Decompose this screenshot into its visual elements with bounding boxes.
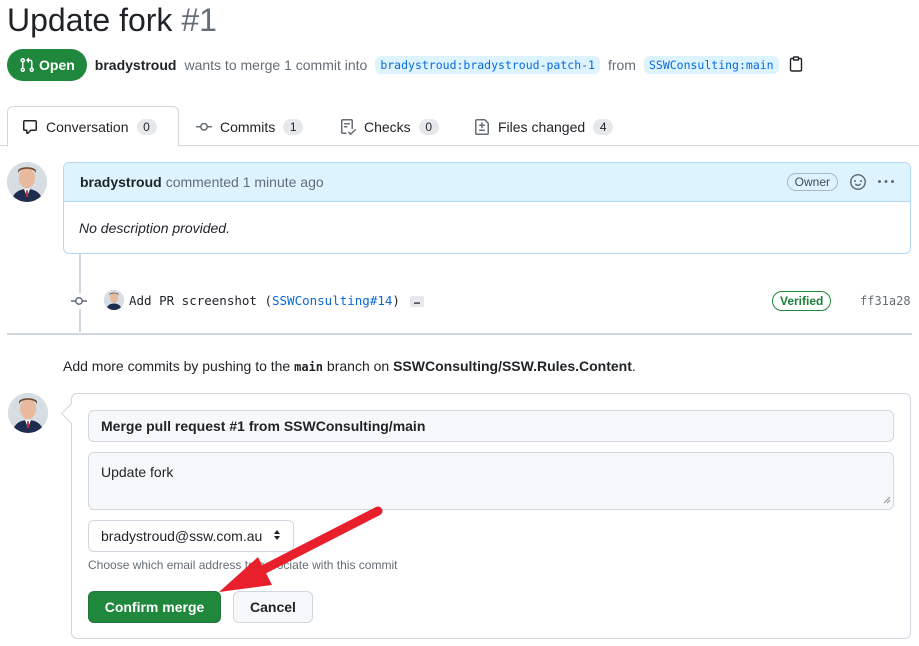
commit-icon xyxy=(196,119,212,135)
hint-middle: branch on xyxy=(326,358,390,374)
owner-badge: Owner xyxy=(786,173,838,191)
author-link[interactable]: bradystroud xyxy=(95,57,177,73)
pr-number: #1 xyxy=(181,2,217,38)
tab-files-changed[interactable]: Files changed 4 xyxy=(460,106,627,147)
hint-suffix: . xyxy=(631,358,636,374)
tab-label: Conversation xyxy=(46,118,129,135)
email-select[interactable]: bradystroud@ssw.com.au xyxy=(88,520,294,552)
commit-sha[interactable]: ff31a28 xyxy=(860,294,911,308)
open-state-badge: Open xyxy=(7,49,87,81)
commit-message-text: Add PR screenshot ( xyxy=(129,293,272,308)
tab-label: Files changed xyxy=(498,118,586,135)
comment-timestamp[interactable]: commented 1 minute ago xyxy=(166,174,324,190)
timeline-divider xyxy=(7,333,912,335)
comment-icon xyxy=(22,119,38,135)
copy-icon[interactable] xyxy=(789,55,803,75)
page-title: Update fork #1 xyxy=(7,2,217,39)
smiley-icon[interactable] xyxy=(850,174,866,190)
merge-text: wants to merge 1 commit into xyxy=(184,57,368,73)
repo-name: SSWConsulting/SSW.Rules.Content xyxy=(393,358,632,374)
hint-prefix: Add more commits by pushing to the xyxy=(63,358,291,374)
commit-message-end: ) xyxy=(392,293,400,308)
state-label: Open xyxy=(39,57,75,73)
commit-title-input[interactable]: Merge pull request #1 from SSWConsulting… xyxy=(88,410,894,442)
file-diff-icon xyxy=(474,118,490,135)
pr-tabs: Conversation 0 Commits 1 Checks 0 Files … xyxy=(0,106,919,147)
tab-label: Commits xyxy=(220,118,276,135)
tab-counter: 0 xyxy=(418,118,439,135)
base-branch[interactable]: bradystroud:bradystroud-patch-1 xyxy=(375,56,600,74)
commit-message-textarea[interactable]: Update fork xyxy=(88,452,894,510)
comment-header: bradystroud commented 1 minute ago Owner xyxy=(64,163,910,202)
branch-name: main xyxy=(294,360,324,374)
commit-icon xyxy=(70,293,88,312)
email-caption: Choose which email address to associate … xyxy=(88,558,398,572)
pr-title: Update fork xyxy=(7,2,173,38)
pr-description-comment: bradystroud commented 1 minute ago Owner… xyxy=(63,162,911,254)
push-hint: Add more commits by pushing to the main … xyxy=(63,358,636,374)
commit-message-value: Update fork xyxy=(101,464,174,480)
commit-row: Add PR screenshot (SSWConsulting#14) … Ve… xyxy=(70,288,912,314)
cancel-button[interactable]: Cancel xyxy=(233,591,313,623)
avatar[interactable] xyxy=(8,393,48,433)
pr-meta: Open bradystroud wants to merge 1 commit… xyxy=(7,49,803,81)
from-text: from xyxy=(607,57,636,73)
email-select-value: bradystroud@ssw.com.au xyxy=(101,528,263,544)
commit-author-avatar[interactable] xyxy=(104,290,124,310)
merge-form: Merge pull request #1 from SSWConsulting… xyxy=(71,393,911,639)
comment-body: No description provided. xyxy=(79,220,230,236)
tab-label: Checks xyxy=(364,118,411,135)
head-branch[interactable]: SSWConsulting:main xyxy=(643,56,779,74)
expand-commit-button[interactable]: … xyxy=(409,296,424,307)
commit-message[interactable]: Add PR screenshot (SSWConsulting#14) … xyxy=(129,293,424,308)
checklist-icon xyxy=(340,118,356,135)
pull-request-icon xyxy=(19,57,35,73)
issue-link[interactable]: SSWConsulting#14 xyxy=(272,293,392,308)
tab-conversation[interactable]: Conversation 0 xyxy=(7,106,179,147)
avatar[interactable] xyxy=(7,162,47,202)
confirm-merge-button[interactable]: Confirm merge xyxy=(88,591,221,623)
tab-checks[interactable]: Checks 0 xyxy=(326,106,453,147)
resize-handle-icon[interactable] xyxy=(883,491,891,507)
tab-counter: 4 xyxy=(593,118,614,135)
comment-author[interactable]: bradystroud xyxy=(80,174,162,190)
tab-commits[interactable]: Commits 1 xyxy=(182,106,317,147)
tab-counter: 1 xyxy=(283,118,304,135)
tab-counter: 0 xyxy=(136,118,157,135)
kebab-menu-icon[interactable] xyxy=(878,174,894,190)
verified-badge[interactable]: Verified xyxy=(772,291,832,311)
select-arrows-icon xyxy=(273,528,281,544)
